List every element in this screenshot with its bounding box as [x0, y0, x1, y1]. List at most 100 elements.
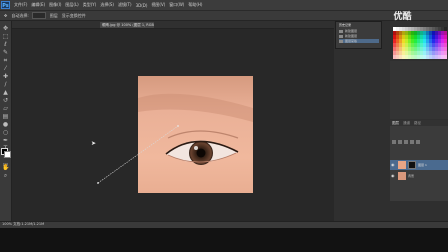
color-swatch[interactable] [432, 31, 435, 35]
color-swatch[interactable] [444, 51, 447, 55]
color-swatch[interactable] [423, 51, 426, 55]
anchor-point-end[interactable] [177, 125, 179, 127]
color-swatch[interactable] [396, 27, 399, 31]
color-swatch[interactable] [438, 35, 441, 39]
color-swatch[interactable] [435, 51, 438, 55]
color-swatch[interactable] [405, 55, 408, 59]
eye-visibility-icon[interactable]: ◉ [391, 174, 395, 178]
color-swatch[interactable] [435, 55, 438, 59]
color-swatch[interactable] [444, 55, 447, 59]
pixel-filter-icon[interactable] [398, 140, 402, 144]
color-swatch[interactable] [444, 35, 447, 39]
color-swatch[interactable] [414, 27, 417, 31]
shape-filter-icon[interactable] [416, 140, 420, 144]
color-swatch[interactable] [417, 35, 420, 39]
color-swatch[interactable] [405, 47, 408, 51]
color-swatch[interactable] [393, 47, 396, 51]
color-swatch[interactable] [438, 39, 441, 43]
color-swatch[interactable] [399, 39, 402, 43]
color-swatch[interactable] [423, 55, 426, 59]
color-swatch[interactable] [393, 43, 396, 47]
layer-kind-filter-icon[interactable] [392, 140, 396, 144]
color-swatch[interactable] [414, 31, 417, 35]
color-swatch[interactable] [423, 31, 426, 35]
color-swatch[interactable] [432, 51, 435, 55]
color-swatch[interactable] [393, 39, 396, 43]
color-swatch[interactable] [426, 39, 429, 43]
color-swatch[interactable] [426, 35, 429, 39]
color-swatch[interactable] [426, 43, 429, 47]
color-swatch[interactable] [423, 47, 426, 51]
layer-mask-thumbnail[interactable] [408, 161, 416, 169]
color-swatch[interactable] [426, 51, 429, 55]
history-state-3[interactable]: 图层蒙版 [339, 39, 379, 43]
color-swatch[interactable] [396, 51, 399, 55]
color-swatch[interactable] [426, 55, 429, 59]
color-swatch[interactable] [396, 35, 399, 39]
color-swatch[interactable] [432, 35, 435, 39]
type-filter-icon[interactable] [410, 140, 414, 144]
color-swatch[interactable] [408, 27, 411, 31]
color-swatch[interactable] [408, 39, 411, 43]
color-swatch[interactable] [411, 43, 414, 47]
color-swatch[interactable] [417, 51, 420, 55]
color-swatch[interactable] [429, 39, 432, 43]
color-swatch[interactable] [441, 27, 444, 31]
color-swatch[interactable] [405, 27, 408, 31]
color-swatch[interactable] [411, 31, 414, 35]
color-swatch[interactable] [435, 27, 438, 31]
color-swatch[interactable] [420, 47, 423, 51]
color-swatch[interactable] [435, 35, 438, 39]
adjustment-filter-icon[interactable] [404, 140, 408, 144]
swatch-grid[interactable] [393, 27, 447, 59]
color-swatch[interactable] [402, 35, 405, 39]
color-swatch[interactable] [441, 55, 444, 59]
color-swatch[interactable] [411, 39, 414, 43]
color-swatch[interactable] [417, 27, 420, 31]
color-swatch[interactable] [402, 55, 405, 59]
color-swatch[interactable] [393, 35, 396, 39]
tab-layers[interactable]: 图层 [392, 120, 399, 126]
color-swatch[interactable] [402, 47, 405, 51]
color-swatch[interactable] [405, 39, 408, 43]
color-swatch[interactable] [402, 27, 405, 31]
color-swatch[interactable] [396, 47, 399, 51]
color-swatch[interactable] [444, 31, 447, 35]
color-swatch[interactable] [411, 51, 414, 55]
color-swatch[interactable] [405, 43, 408, 47]
color-swatch[interactable] [444, 27, 447, 31]
color-swatch[interactable] [414, 47, 417, 51]
color-swatch[interactable] [408, 35, 411, 39]
color-swatch[interactable] [420, 55, 423, 59]
color-swatch[interactable] [441, 47, 444, 51]
color-swatch[interactable] [408, 47, 411, 51]
color-swatch[interactable] [399, 51, 402, 55]
color-swatch[interactable] [444, 47, 447, 51]
color-swatch[interactable] [396, 31, 399, 35]
color-swatch[interactable] [402, 51, 405, 55]
color-swatch[interactable] [408, 43, 411, 47]
color-swatch[interactable] [432, 39, 435, 43]
color-swatch[interactable] [396, 55, 399, 59]
color-swatch[interactable] [411, 35, 414, 39]
color-swatch[interactable] [438, 31, 441, 35]
color-swatch[interactable] [414, 55, 417, 59]
color-swatch[interactable] [411, 47, 414, 51]
color-swatch[interactable] [402, 39, 405, 43]
color-swatch[interactable] [408, 51, 411, 55]
swatches-panel[interactable] [393, 27, 447, 60]
color-swatch[interactable] [426, 31, 429, 35]
color-swatch[interactable] [429, 51, 432, 55]
color-swatch[interactable] [435, 43, 438, 47]
color-swatch[interactable] [435, 39, 438, 43]
color-swatch[interactable] [399, 27, 402, 31]
layer-name[interactable]: 背景 [408, 173, 414, 179]
layer-row-1[interactable]: ◉ 图层 1 [390, 160, 448, 170]
color-swatch[interactable] [417, 55, 420, 59]
color-swatch[interactable] [432, 27, 435, 31]
color-swatch[interactable] [429, 31, 432, 35]
layer-name[interactable]: 图层 1 [418, 162, 427, 168]
color-swatch[interactable] [432, 47, 435, 51]
color-swatch[interactable] [405, 31, 408, 35]
color-swatch[interactable] [414, 43, 417, 47]
